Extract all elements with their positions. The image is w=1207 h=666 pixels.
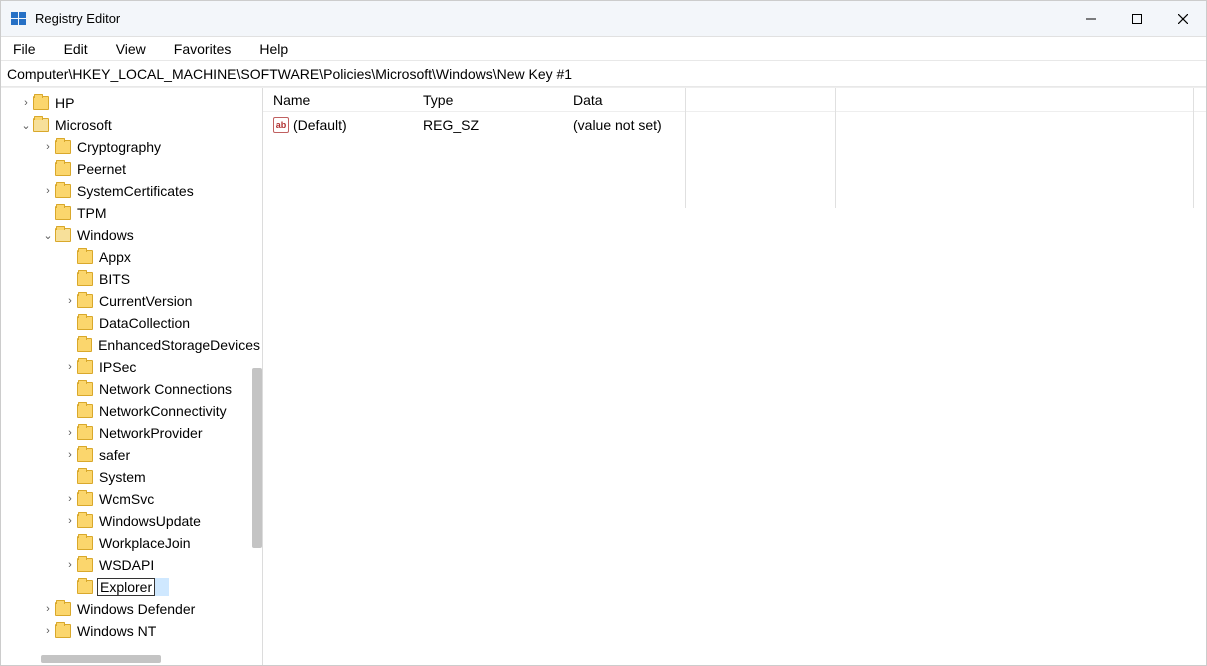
tree-node-ipsec[interactable]: ›IPSec — [1, 356, 262, 378]
tree-node-workplacejoin[interactable]: ›WorkplaceJoin — [1, 532, 262, 554]
tree-node-enhancedstoragedevices[interactable]: ›EnhancedStorageDevices — [1, 334, 262, 356]
window-title: Registry Editor — [35, 11, 120, 26]
tree-node-networkconnectivity[interactable]: ›NetworkConnectivity — [1, 400, 262, 422]
menu-favorites[interactable]: Favorites — [170, 39, 236, 59]
menubar: File Edit View Favorites Help — [1, 37, 1206, 61]
tree-node-cryptography[interactable]: ›Cryptography — [1, 136, 262, 158]
tree-node-currentversion[interactable]: ›CurrentVersion — [1, 290, 262, 312]
value-type: REG_SZ — [423, 117, 573, 133]
column-header-data[interactable]: Data — [573, 92, 1206, 108]
menu-edit[interactable]: Edit — [60, 39, 92, 59]
tree-node-hp[interactable]: ›HP — [1, 92, 262, 114]
tree-node-system[interactable]: ›System — [1, 466, 262, 488]
address-text: Computer\HKEY_LOCAL_MACHINE\SOFTWARE\Pol… — [7, 66, 572, 82]
menu-help[interactable]: Help — [255, 39, 292, 59]
tree-node-datacollection[interactable]: ›DataCollection — [1, 312, 262, 334]
tree-scrollbar-vertical[interactable] — [252, 368, 262, 548]
tree-node-windows-nt[interactable]: ›Windows NT — [1, 620, 262, 642]
minimize-button[interactable] — [1068, 1, 1114, 37]
values-pane: Name Type Data ab (Default) REG_SZ (valu… — [263, 88, 1206, 665]
value-data: (value not set) — [573, 117, 1206, 133]
value-name: (Default) — [293, 117, 347, 133]
string-value-icon: ab — [273, 117, 289, 133]
tree-node-windowsupdate[interactable]: ›WindowsUpdate — [1, 510, 262, 532]
tree-node-windows[interactable]: ⌄Windows — [1, 224, 262, 246]
tree-node-safer[interactable]: ›safer — [1, 444, 262, 466]
column-header-name[interactable]: Name — [273, 92, 423, 108]
menu-view[interactable]: View — [112, 39, 150, 59]
tree-node-bits[interactable]: ›BITS — [1, 268, 262, 290]
close-button[interactable] — [1160, 1, 1206, 37]
values-header: Name Type Data — [263, 88, 1206, 112]
tree-node-networkprovider[interactable]: ›NetworkProvider — [1, 422, 262, 444]
tree-node-wsdapi[interactable]: ›WSDAPI — [1, 554, 262, 576]
tree-node-systemcertificates[interactable]: ›SystemCertificates — [1, 180, 262, 202]
tree-node-microsoft[interactable]: ⌄Microsoft — [1, 114, 262, 136]
registry-tree[interactable]: ›HP ⌄Microsoft ›Cryptography ›Peernet ›S… — [1, 92, 262, 656]
rename-input[interactable] — [97, 578, 155, 596]
content-area: ›HP ⌄Microsoft ›Cryptography ›Peernet ›S… — [1, 87, 1206, 665]
app-icon — [11, 11, 27, 27]
value-row[interactable]: ab (Default) REG_SZ (value not set) — [263, 112, 1206, 138]
maximize-button[interactable] — [1114, 1, 1160, 37]
tree-node-tpm[interactable]: ›TPM — [1, 202, 262, 224]
tree-scrollbar-horizontal[interactable] — [41, 655, 161, 663]
tree-node-appx[interactable]: ›Appx — [1, 246, 262, 268]
tree-pane: ›HP ⌄Microsoft ›Cryptography ›Peernet ›S… — [1, 88, 263, 665]
titlebar: Registry Editor — [1, 1, 1206, 37]
tree-node-new-key[interactable]: › — [1, 576, 262, 598]
tree-node-peernet[interactable]: ›Peernet — [1, 158, 262, 180]
column-header-type[interactable]: Type — [423, 92, 573, 108]
tree-node-windows-defender[interactable]: ›Windows Defender — [1, 598, 262, 620]
address-bar[interactable]: Computer\HKEY_LOCAL_MACHINE\SOFTWARE\Pol… — [1, 61, 1206, 87]
window: Registry Editor File Edit View Favorites… — [0, 0, 1207, 666]
tree-node-wcmsvc[interactable]: ›WcmSvc — [1, 488, 262, 510]
menu-file[interactable]: File — [9, 39, 40, 59]
tree-node-network-connections[interactable]: ›Network Connections — [1, 378, 262, 400]
